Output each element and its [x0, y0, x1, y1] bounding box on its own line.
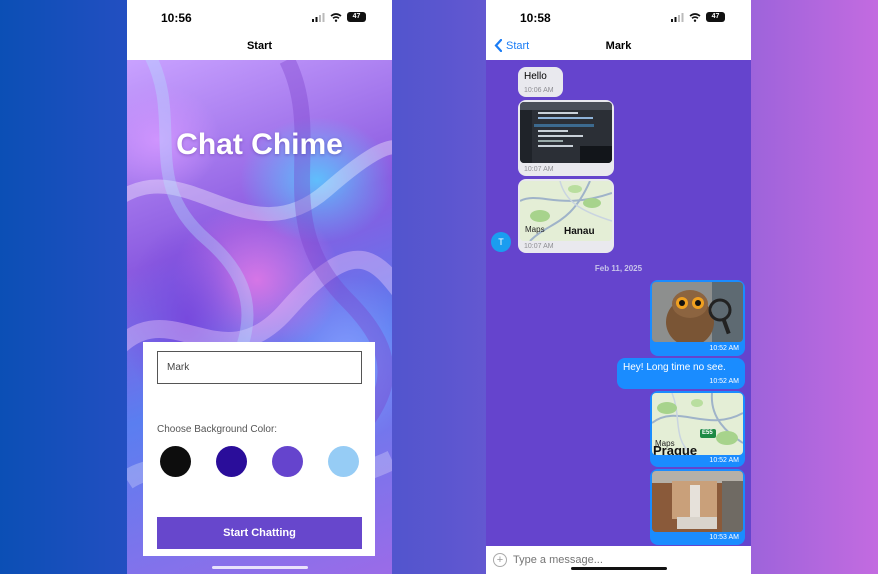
date-separator: Feb 11, 2025 [594, 264, 643, 273]
battery-icon: 47 [706, 12, 725, 22]
message-time: 10:53 AM [709, 534, 739, 541]
name-input[interactable] [157, 351, 362, 384]
battery-icon: 47 [347, 12, 366, 22]
message-bubble[interactable]: Hey! Long time no see. 10:52 AM [617, 358, 745, 389]
status-time: 10:58 [520, 11, 551, 25]
start-screen: 10:56 47 Start Chat Chime Choose Backgro… [127, 0, 392, 574]
swatch-light-blue[interactable] [328, 446, 359, 477]
nav-title: Start [246, 40, 273, 52]
map-preview[interactable]: Maps Hanau [520, 181, 612, 241]
message-time: 10:07 AM [524, 243, 554, 250]
message-text: Hey! Long time no see. [623, 362, 726, 373]
swatch-indigo[interactable] [216, 446, 247, 477]
map-city-label: Hanau [564, 226, 595, 237]
cork-board-image[interactable] [652, 471, 743, 532]
message-time: 10:52 AM [709, 457, 739, 464]
message-bubble[interactable]: E55 Maps Prague 10:52 AM [650, 391, 745, 467]
message-list[interactable]: Hello 10:06 AM 10:07 AM Maps Hanau 10:07… [486, 60, 751, 546]
message-time: 10:52 AM [709, 345, 739, 352]
status-bar: 10:58 47 [486, 0, 751, 36]
message-bubble[interactable]: 10:07 AM [518, 100, 614, 176]
message-text: Hello [524, 71, 547, 82]
home-indicator [570, 567, 667, 570]
signal-icon [671, 12, 684, 22]
home-indicator [211, 566, 308, 569]
map-preview[interactable]: E55 Maps Prague [652, 393, 743, 455]
message-bubble[interactable]: 10:53 AM [650, 469, 745, 545]
wifi-icon [330, 12, 342, 22]
message-bubble[interactable]: 10:52 AM [650, 280, 745, 356]
message-time: 10:52 AM [709, 378, 739, 385]
code-screenshot-image[interactable] [520, 102, 612, 163]
status-icons: 47 [312, 12, 366, 22]
swatch-black[interactable] [160, 446, 191, 477]
status-icons: 47 [671, 12, 725, 22]
message-bubble[interactable]: Hello 10:06 AM [518, 67, 563, 97]
app-title: Chat Chime [176, 128, 343, 161]
message-composer: + [486, 546, 751, 574]
map-city-label: Prague [653, 443, 698, 455]
nav-bar: Start Mark [486, 36, 751, 60]
status-time: 10:56 [161, 11, 192, 25]
color-label: Choose Background Color: [157, 424, 278, 435]
hero-background: Chat Chime Choose Background Color: Star… [127, 60, 392, 574]
nav-bar: Start [127, 36, 392, 60]
start-chatting-button[interactable]: Start Chatting [157, 517, 362, 549]
avatar[interactable]: T [491, 232, 511, 252]
add-attachment-icon[interactable]: + [493, 553, 507, 567]
message-time: 10:07 AM [524, 166, 554, 173]
setup-form-card: Choose Background Color: Start Chatting [143, 342, 375, 556]
nav-title: Mark [605, 40, 632, 52]
status-bar: 10:56 47 [127, 0, 392, 36]
swatch-purple[interactable] [272, 446, 303, 477]
owl-image[interactable] [652, 282, 743, 342]
chat-screen: 10:58 47 Start Mark Hello 10:06 AM 10:07… [486, 0, 751, 574]
message-input[interactable] [513, 551, 733, 568]
maps-brand-label: Maps [525, 225, 545, 234]
message-bubble[interactable]: Maps Hanau 10:07 AM [518, 179, 614, 253]
road-sign-label: E55 [702, 430, 713, 436]
wifi-icon [689, 12, 701, 22]
message-time: 10:06 AM [524, 87, 554, 94]
signal-icon [312, 12, 325, 22]
